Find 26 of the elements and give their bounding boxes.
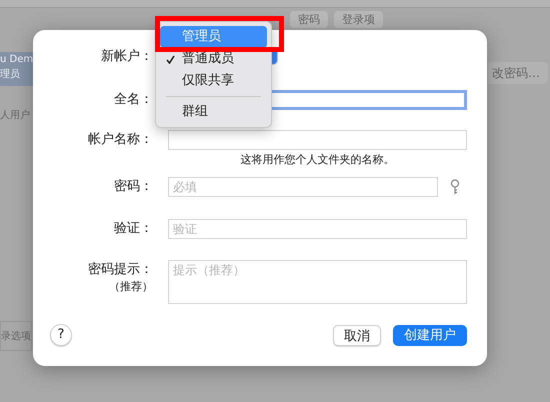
- field-sublabel: （推荐）: [109, 280, 153, 294]
- menu-item[interactable]: 群组: [160, 101, 267, 123]
- field-label: 密码提示：: [88, 261, 153, 279]
- field-label: 全名：: [114, 91, 153, 109]
- field-label: 新帐户：: [101, 48, 153, 66]
- user-role: 理员: [0, 68, 21, 82]
- background-tab[interactable]: 密码: [290, 11, 328, 28]
- field-label: 帐户名称：: [88, 131, 153, 149]
- password-field[interactable]: 必填: [168, 177, 438, 197]
- menu-item[interactable]: 仅限共享: [160, 70, 267, 92]
- create-user-button[interactable]: 创建用户: [393, 324, 467, 346]
- change-password-button[interactable]: 改密码…: [488, 62, 548, 84]
- hint-field[interactable]: 提示（推荐）: [168, 260, 467, 304]
- background-tab[interactable]: 登录项: [334, 11, 383, 28]
- field-label: 验证：: [114, 220, 153, 238]
- key-icon[interactable]: [450, 179, 460, 195]
- user-name: 人用户: [0, 108, 30, 123]
- menu-item[interactable]: 管理员: [160, 26, 267, 48]
- text-field[interactable]: 验证: [168, 219, 467, 239]
- user-name: u Dem: [0, 53, 33, 67]
- help-button[interactable]: ?: [50, 324, 72, 346]
- cancel-button[interactable]: 取消: [333, 324, 381, 346]
- field-label: 密码：: [114, 178, 153, 196]
- field-note: 这将用作您个人文件夹的名称。: [240, 153, 394, 167]
- login-options-button[interactable]: 录选项: [0, 321, 32, 351]
- text-field[interactable]: [168, 130, 467, 150]
